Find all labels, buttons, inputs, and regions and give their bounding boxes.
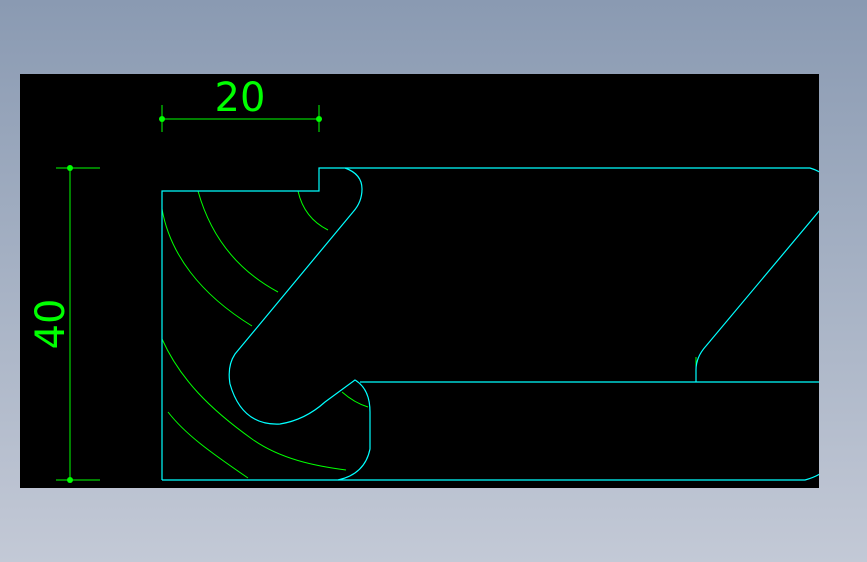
height-arrow-top [67,165,73,171]
top-board-outline [345,167,819,382]
cad-viewport[interactable]: 20 40 [20,74,819,488]
height-arrow-bottom [67,477,73,483]
width-dimension: 20 [159,75,322,132]
height-dimension-text: 40 [28,299,74,350]
width-arrow-right [316,116,322,122]
profile-outline [161,167,819,481]
profile-drawing: 20 40 [28,75,819,483]
left-section-outline [161,167,371,481]
width-arrow-left [159,116,165,122]
bottom-board-outline [338,381,819,481]
width-dimension-text: 20 [215,75,266,121]
hatch-lines [161,190,697,479]
height-dimension: 40 [28,165,100,483]
